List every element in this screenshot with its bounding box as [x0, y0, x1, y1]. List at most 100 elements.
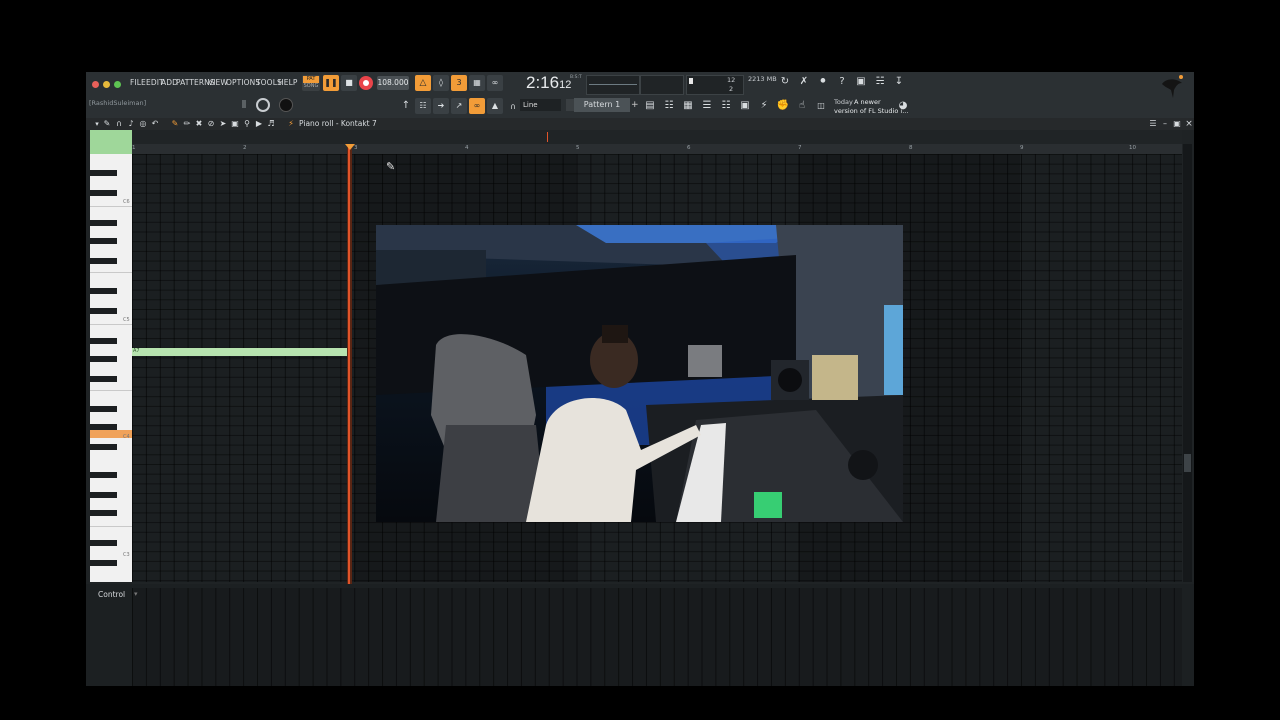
bar-7-label: 7 — [798, 145, 802, 151]
black-key[interactable] — [90, 308, 117, 314]
key-divider — [90, 526, 132, 527]
performance-icon[interactable]: ✊ — [776, 100, 790, 112]
control-grid[interactable] — [132, 588, 1182, 686]
magnet-icon: ∩ — [510, 102, 516, 111]
metronome-icon[interactable]: △ — [415, 75, 431, 91]
mixer-faders-icon[interactable]: ☰ — [700, 100, 714, 112]
black-key[interactable] — [90, 190, 117, 196]
black-key[interactable] — [90, 540, 117, 546]
countdown-icon[interactable]: 3 — [451, 75, 467, 91]
loop-record-icon[interactable]: ∞ — [487, 75, 503, 91]
song-label: SONG — [303, 83, 319, 89]
piano-roll-icon[interactable]: ▦ — [681, 100, 695, 112]
master-knob[interactable] — [279, 98, 293, 112]
black-key[interactable] — [90, 288, 117, 294]
menu-help[interactable]: HELP — [278, 78, 297, 87]
song-time-main: 2:16 — [526, 73, 560, 92]
undo-icon[interactable]: ↶ — [148, 118, 162, 130]
black-key[interactable] — [90, 338, 117, 344]
piano-keyboard[interactable]: C6 C5 C4 C3 — [90, 154, 132, 582]
typing-keyboard-icon[interactable]: ↑ — [399, 100, 413, 112]
bar-10-label: 10 — [1129, 145, 1136, 151]
menu-file[interactable]: FILE — [130, 78, 146, 87]
bar-8-label: 8 — [909, 145, 913, 151]
control-dropdown-icon[interactable]: ▾ — [134, 590, 138, 598]
close-dot[interactable] — [92, 81, 99, 88]
black-key[interactable] — [90, 406, 117, 412]
vertical-scrollbar[interactable] — [1183, 144, 1192, 582]
help-icon[interactable]: ? — [835, 76, 849, 88]
bar-ruler[interactable]: 1 2 3 4 5 6 7 8 9 10 — [132, 144, 1182, 154]
master-volume-slider[interactable] — [242, 100, 246, 108]
save-icon[interactable]: ▣ — [854, 76, 868, 88]
hint-user: [RashidSuleiman] — [89, 99, 147, 107]
pattern-selector[interactable]: Pattern 1 — [574, 98, 630, 112]
black-key[interactable] — [90, 472, 117, 478]
octave-label: C6 — [123, 199, 130, 205]
undo-history-icon[interactable]: ↻ — [778, 76, 792, 88]
octave-label: C3 — [123, 552, 130, 558]
globe-icon[interactable]: ◕ — [896, 100, 910, 112]
snap-select[interactable]: Line — [520, 99, 561, 111]
bar-2-label: 2 — [243, 145, 247, 151]
cut-icon[interactable]: ✗ — [797, 76, 811, 88]
bar-6-label: 6 — [687, 145, 691, 151]
black-key[interactable] — [90, 356, 117, 362]
snap-value: Line — [523, 101, 538, 109]
snap-magnet-icon[interactable]: ▲ — [487, 98, 503, 114]
playhead-marker[interactable] — [345, 144, 355, 150]
black-key[interactable] — [90, 444, 117, 450]
piano-roll-toolbar: ▾ ✎ ∩ ♪ ◎ ↶ ✎ ✏ ✖ ⊘ ➤ ▣ ⚲ ▶ ♬ ⚡ Piano ro… — [86, 118, 1194, 130]
black-key[interactable] — [90, 376, 117, 382]
cpu-value: 12 — [727, 76, 736, 84]
octave-label: C5 — [123, 317, 130, 323]
step-edit-icon[interactable]: ▦ — [469, 75, 485, 91]
black-key[interactable] — [90, 238, 117, 244]
plugin-picker-icon[interactable]: ☷ — [719, 100, 733, 112]
news-line1: A newer — [854, 98, 881, 106]
add-pattern-icon[interactable]: + — [631, 98, 639, 112]
master-pitch-knob[interactable] — [256, 98, 270, 112]
plug-icon[interactable]: ⚡ — [757, 100, 771, 112]
arrow-right-icon[interactable]: ➔ — [433, 98, 449, 114]
pattern-prev[interactable] — [566, 99, 574, 111]
link-icon[interactable]: ∞ — [469, 98, 485, 114]
speaker-icon[interactable]: ♬ — [264, 118, 278, 130]
black-key[interactable] — [90, 560, 117, 566]
pat-song-toggle[interactable]: PAT SONG — [302, 75, 320, 91]
black-key[interactable] — [90, 492, 117, 498]
piano-keyboard-icon[interactable]: ☷ — [415, 98, 431, 114]
midi-note[interactable]: A7 — [132, 348, 350, 356]
bar-1-label: 1 — [132, 145, 136, 151]
channel-plug-icon[interactable]: ⚡ — [284, 118, 298, 130]
tempo-display[interactable]: 108.000 — [377, 76, 409, 90]
black-key[interactable] — [90, 220, 117, 226]
time-marker-strip[interactable] — [132, 130, 1182, 144]
piano-roll-title[interactable]: Piano roll - Kontakt 7 — [299, 119, 377, 128]
maximize-dot[interactable] — [114, 81, 121, 88]
menu-view[interactable]: VIEW — [208, 78, 228, 87]
microphone-icon[interactable]: ⚫ — [816, 76, 830, 88]
black-key[interactable] — [90, 170, 117, 176]
project-icon[interactable]: ▣ — [738, 100, 752, 112]
window-close-icon[interactable]: × — [1182, 118, 1194, 130]
control-selector[interactable]: Control — [98, 590, 125, 599]
minimize-dot[interactable] — [103, 81, 110, 88]
channel-rack-icon[interactable]: ☷ — [662, 100, 676, 112]
news-today: Today — [834, 98, 853, 106]
key-divider — [90, 324, 132, 325]
export-icon[interactable]: ↧ — [892, 76, 906, 88]
scroll-thumb[interactable] — [1184, 454, 1191, 472]
wait-record-icon[interactable]: ◊ — [433, 75, 449, 91]
touch-icon[interactable]: ☝ — [795, 100, 809, 112]
black-key[interactable] — [90, 258, 117, 264]
bar-9-label: 9 — [1020, 145, 1024, 151]
playlist-icon[interactable]: ↗ — [451, 98, 467, 114]
black-key[interactable] — [90, 510, 117, 516]
browser-icon[interactable]: ▤ — [643, 100, 657, 112]
pause-icon[interactable]: ❚❚ — [323, 75, 339, 91]
record-icon[interactable] — [359, 76, 373, 90]
shop-icon[interactable]: ◫ — [814, 100, 828, 112]
stop-icon[interactable]: ■ — [341, 75, 357, 91]
mixer-icon[interactable]: ☵ — [873, 76, 887, 88]
